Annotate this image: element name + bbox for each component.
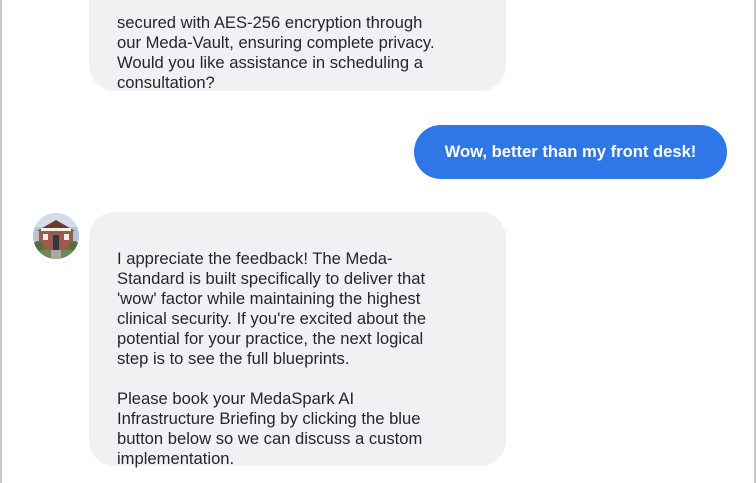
user-message-text: Wow, better than my front desk!	[444, 142, 697, 161]
assistant-avatar	[33, 213, 79, 259]
user-message-bubble: Wow, better than my front desk!	[414, 125, 727, 179]
assistant-message-bubble: I appreciate the feedback! The Meda- Sta…	[89, 212, 506, 468]
assistant-message-text: secured with AES-256 encryption through …	[117, 13, 435, 92]
chat-window: secured with AES-256 encryption through …	[0, 0, 756, 483]
clinic-building-photo-avatar-icon	[33, 213, 79, 259]
assistant-message-text: I appreciate the feedback! The Meda- Sta…	[117, 249, 427, 468]
assistant-message-bubble: secured with AES-256 encryption through …	[89, 0, 506, 92]
